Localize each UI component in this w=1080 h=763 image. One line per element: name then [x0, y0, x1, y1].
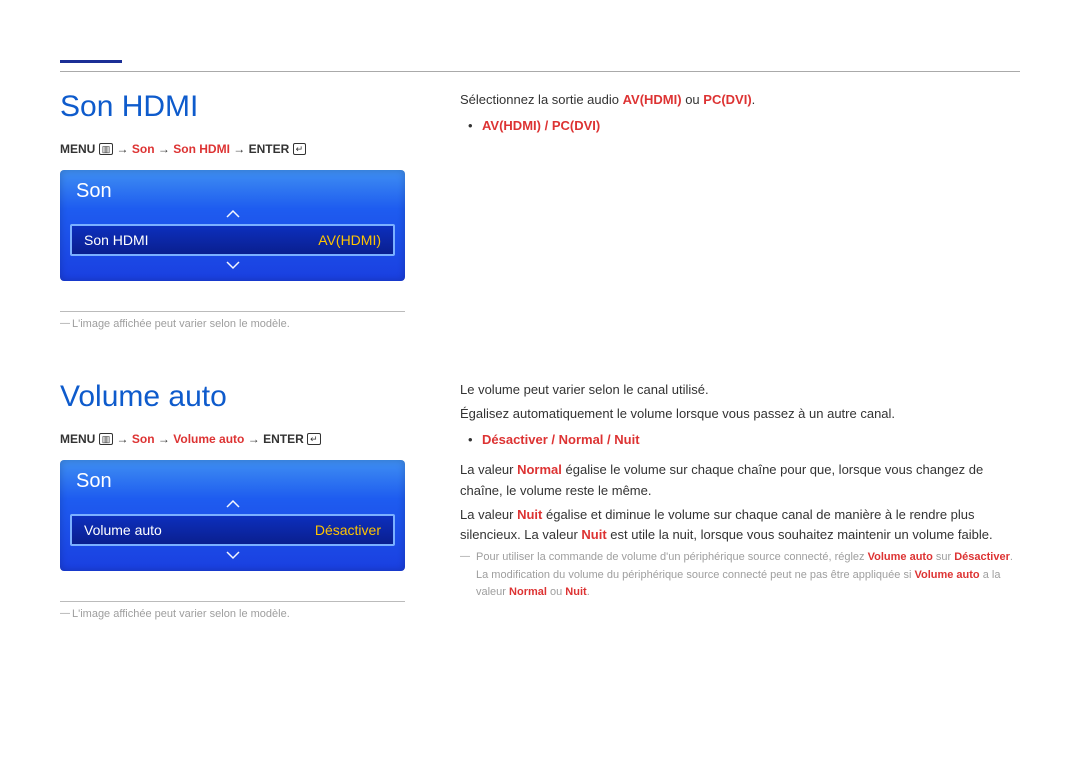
osd-selected-row[interactable]: Volume auto Désactiver	[70, 514, 395, 546]
section-title: Volume auto	[60, 380, 430, 414]
osd-panel: Son Volume auto Désactiver	[60, 460, 405, 571]
chevron-up-icon[interactable]	[70, 497, 395, 511]
breadcrumb-son: Son	[132, 432, 155, 446]
option-list: Désactiver / Normal / Nuit	[460, 430, 1020, 450]
description-line: La valeur Nuit égalise et diminue le vol…	[460, 505, 1020, 545]
header-rule	[60, 60, 1020, 72]
description-line: La valeur Normal égalise le volume sur c…	[460, 460, 1020, 500]
section-son-hdmi: Son HDMI MENU ▥ → Son → Son HDMI → ENTER…	[60, 90, 1020, 330]
description-line: Égalisez automatiquement le volume lorsq…	[460, 404, 1020, 424]
section-volume-auto: Volume auto MENU ▥ → Son → Volume auto →…	[60, 380, 1020, 620]
enter-icon: ↵	[307, 433, 321, 445]
model-note: L'image affichée peut varier selon le mo…	[60, 318, 430, 330]
osd-panel: Son Son HDMI AV(HDMI)	[60, 170, 405, 281]
breadcrumb-volume-auto: Volume auto	[173, 432, 244, 446]
chevron-down-icon[interactable]	[70, 549, 395, 563]
chevron-up-icon[interactable]	[70, 207, 395, 221]
enter-icon: ↵	[293, 143, 307, 155]
osd-row-value: AV(HDMI)	[318, 232, 381, 248]
osd-row-label: Volume auto	[84, 522, 162, 538]
option-list: AV(HDMI) / PC(DVI)	[460, 116, 1020, 136]
breadcrumb: MENU ▥ → Son → Volume auto → ENTER ↵	[60, 432, 430, 446]
description-line: Sélectionnez la sortie audio AV(HDMI) ou…	[460, 90, 1020, 110]
breadcrumb-son: Son	[132, 142, 155, 156]
menu-icon: ▥	[99, 433, 114, 445]
section-title: Son HDMI	[60, 90, 430, 124]
breadcrumb-menu: MENU	[60, 432, 95, 446]
breadcrumb-enter: ENTER	[263, 432, 304, 446]
description-area: Le volume peut varier selon le canal uti…	[430, 380, 1020, 620]
breadcrumb-menu: MENU	[60, 142, 95, 156]
menu-icon: ▥	[99, 143, 114, 155]
breadcrumb-son-hdmi: Son HDMI	[173, 142, 230, 156]
page: Son HDMI MENU ▥ → Son → Son HDMI → ENTER…	[0, 0, 1080, 710]
osd-selected-row[interactable]: Son HDMI AV(HDMI)	[70, 224, 395, 256]
divider	[60, 601, 405, 602]
osd-row-label: Son HDMI	[84, 232, 149, 248]
breadcrumb-enter: ENTER	[249, 142, 290, 156]
osd-title: Son	[60, 170, 405, 207]
osd-title: Son	[60, 460, 405, 497]
footnote: Pour utiliser la commande de volume d'un…	[460, 549, 1020, 602]
chevron-down-icon[interactable]	[70, 259, 395, 273]
description-area: Sélectionnez la sortie audio AV(HDMI) ou…	[430, 90, 1020, 330]
breadcrumb: MENU ▥ → Son → Son HDMI → ENTER ↵	[60, 142, 430, 156]
divider	[60, 311, 405, 312]
description-line: Le volume peut varier selon le canal uti…	[460, 380, 1020, 400]
osd-row-value: Désactiver	[315, 522, 381, 538]
model-note: L'image affichée peut varier selon le mo…	[60, 608, 430, 620]
